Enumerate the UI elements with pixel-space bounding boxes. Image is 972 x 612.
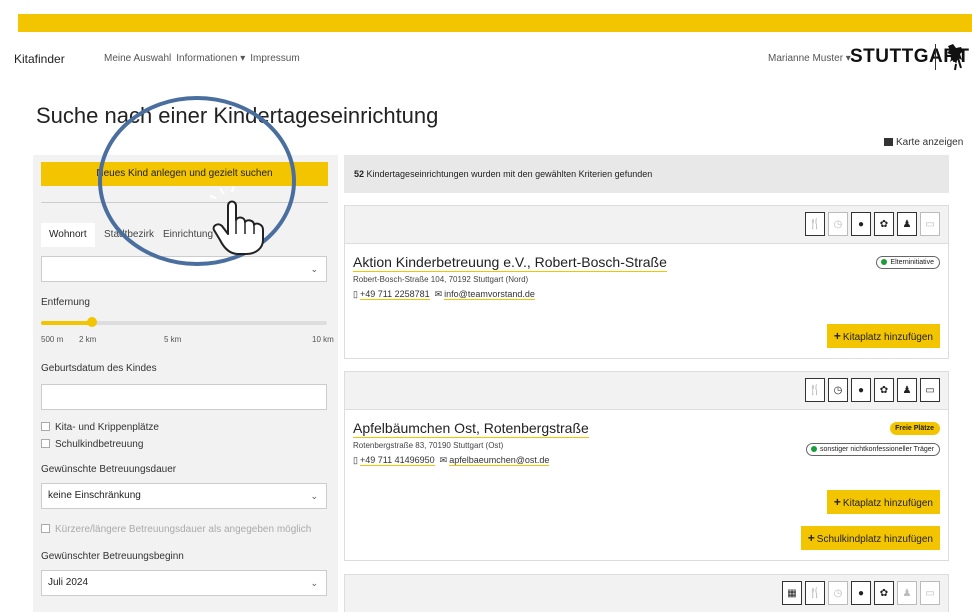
- pointer-hand-icon: [209, 186, 264, 255]
- chat-icon: ▭: [920, 212, 940, 236]
- map-icon: [884, 138, 893, 146]
- app-window: Kitafinder Meine Auswahl Informationen ▾…: [0, 0, 972, 612]
- facility-contact: ▯ +49 711 2258781 ✉ info@teamvorstand.de: [353, 289, 535, 300]
- tab-wohnort[interactable]: Wohnort: [41, 223, 95, 247]
- checkbox-kita[interactable]: Kita- und Krippenplätze: [41, 422, 159, 433]
- top-accent-bar: [18, 14, 972, 32]
- add-kita-button[interactable]: + Kitaplatz hinzufügen: [826, 490, 940, 514]
- nav-link-impressum[interactable]: Impressum: [250, 53, 299, 64]
- slider-handle[interactable]: [87, 317, 98, 327]
- start-select[interactable]: Juli 2024 ⌄: [41, 570, 327, 596]
- meal-icon: 🍴: [805, 378, 825, 402]
- nav-links: Meine Auswahl Informationen ▾ Impressum: [104, 53, 300, 64]
- chevron-down-icon: ⌄: [310, 491, 318, 501]
- checkbox-school[interactable]: Schulkindbetreuung: [41, 439, 143, 450]
- slider-fill: [41, 321, 93, 325]
- mail-icon: ✉: [439, 455, 448, 465]
- card-feature-icons: 🍴 ◷ ● ✿ ♟ ▭: [345, 206, 948, 244]
- checkbox-icon: [41, 422, 50, 431]
- plant-icon: ✿: [874, 581, 894, 605]
- navbar: Kitafinder Meine Auswahl Informationen ▾…: [0, 42, 972, 82]
- meal-icon: 🍴: [805, 581, 825, 605]
- mail-icon: ✉: [434, 289, 443, 299]
- logo-divider: [935, 44, 936, 70]
- birthdate-input[interactable]: [41, 384, 327, 410]
- tick-label: 500 m: [41, 335, 64, 344]
- show-map-link[interactable]: Karte anzeigen: [884, 137, 963, 148]
- clock-icon: ●: [851, 581, 871, 605]
- phone-link[interactable]: +49 711 41496950: [359, 455, 435, 466]
- clock-outline-icon: ◷: [828, 212, 848, 236]
- result-card: ▦ 🍴 ◷ ● ✿ ♟ ▭: [344, 574, 949, 612]
- distance-slider[interactable]: [41, 317, 327, 327]
- tick-label: 2 km: [79, 335, 97, 344]
- facility-contact: ▯ +49 711 41496950 ✉ apfelbaeumchen@ost.de: [353, 455, 550, 466]
- distance-label: Entfernung: [41, 297, 90, 308]
- plus-icon: +: [833, 329, 841, 343]
- facility-title[interactable]: Apfelbäumchen Ost, Rotenbergstraße: [353, 420, 589, 438]
- result-card: 🍴 ◷ ● ✿ ♟ ▭ Apfelbäumchen Ost, Rotenberg…: [344, 371, 949, 561]
- duration-select[interactable]: keine Einschränkung ⌄: [41, 483, 327, 509]
- clock-outline-icon: ◷: [828, 378, 848, 402]
- brand-link[interactable]: Kitafinder: [14, 52, 65, 66]
- phone-link[interactable]: +49 711 2258781: [359, 289, 430, 300]
- clock-icon: ●: [851, 212, 871, 236]
- badge-provider-type: sonstiger nichtkonfessioneller Träger: [805, 443, 940, 456]
- nav-link-meine-auswahl[interactable]: Meine Auswahl: [104, 53, 171, 64]
- tick-label: 5 km: [164, 335, 182, 344]
- plant-icon: ✿: [874, 212, 894, 236]
- horse-icon: [947, 44, 963, 71]
- facility-address: Rotenbergstraße 83, 70190 Stuttgart (Ost…: [353, 441, 504, 450]
- status-dot-icon: [881, 259, 888, 265]
- add-school-button[interactable]: + Schulkindplatz hinzufügen: [800, 526, 940, 550]
- chevron-down-icon: ⌄: [310, 578, 318, 588]
- building-icon: ▦: [782, 581, 802, 605]
- email-link[interactable]: apfelbaeumchen@ost.de: [449, 455, 550, 466]
- user-menu[interactable]: Marianne Muster ▾: [768, 53, 851, 64]
- facility-title[interactable]: Aktion Kinderbetreuung e.V., Robert-Bosc…: [353, 254, 667, 272]
- add-kita-button[interactable]: + Kitaplatz hinzufügen: [826, 324, 940, 348]
- chevron-down-icon: ⌄: [310, 264, 318, 274]
- clock-icon: ●: [851, 378, 871, 402]
- clock-outline-icon: ◷: [828, 581, 848, 605]
- person-icon: ♟: [897, 212, 917, 236]
- person-icon: ♟: [897, 581, 917, 605]
- chat-icon: ▭: [920, 378, 940, 402]
- checkbox-icon: [41, 524, 50, 533]
- badge-free-places: Freie Plätze: [890, 422, 940, 435]
- email-link[interactable]: info@teamvorstand.de: [444, 289, 535, 300]
- checkbox-icon: [41, 439, 50, 448]
- birthdate-label: Geburtsdatum des Kindes: [41, 363, 157, 374]
- card-feature-icons: ▦ 🍴 ◷ ● ✿ ♟ ▭: [345, 575, 948, 612]
- phone-icon: ▯: [353, 455, 358, 465]
- checkbox-flexible-duration[interactable]: Kürzere/längere Betreuungsdauer als ange…: [41, 524, 311, 535]
- tick-label: 10 km: [312, 335, 334, 344]
- chat-icon: ▭: [920, 581, 940, 605]
- phone-icon: ▯: [353, 289, 358, 299]
- plus-icon: +: [833, 495, 841, 509]
- plus-icon: +: [807, 531, 815, 545]
- meal-icon: 🍴: [805, 212, 825, 236]
- nav-link-informationen[interactable]: Informationen ▾: [176, 53, 245, 64]
- result-summary: 52 Kindertageseinrichtungen wurden mit d…: [344, 155, 949, 193]
- duration-label: Gewünschte Betreuungsdauer: [41, 464, 177, 475]
- status-dot-icon: [810, 446, 817, 452]
- badge-elterninitiative: Elterninitiative: [876, 256, 940, 269]
- facility-address: Robert-Bosch-Straße 104, 70192 Stuttgart…: [353, 275, 529, 284]
- start-label: Gewünschter Betreuungsbeginn: [41, 551, 184, 562]
- card-feature-icons: 🍴 ◷ ● ✿ ♟ ▭: [345, 372, 948, 410]
- person-icon: ♟: [897, 378, 917, 402]
- result-card: 🍴 ◷ ● ✿ ♟ ▭ Aktion Kinderbetreuung e.V.,…: [344, 205, 949, 359]
- plant-icon: ✿: [874, 378, 894, 402]
